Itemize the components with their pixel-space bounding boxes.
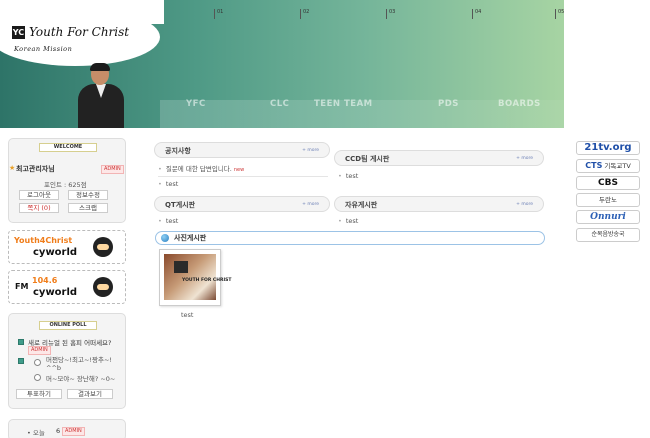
link-fgtv[interactable]: 순복음방송국	[576, 228, 640, 242]
poll-vote-button[interactable]: 투표하기	[16, 389, 62, 399]
list-item[interactable]: • test	[338, 172, 358, 180]
board-qt-header: QT게시판 + more	[154, 196, 330, 212]
board-photo-title[interactable]: 사진게시판	[174, 233, 206, 243]
qt-item-1[interactable]: test	[166, 217, 178, 225]
nav-yfc[interactable]: YFC	[186, 99, 206, 109]
thumbnail-sign-text: YOUTH FOR CHRIST	[182, 278, 232, 283]
list-item[interactable]: • test	[338, 217, 358, 225]
welcome-title: WELCOME	[39, 143, 97, 152]
board-ccd-title[interactable]: CCD팀 게시판	[345, 154, 389, 164]
cyworld-banner-title: Youth4Christ	[14, 236, 73, 245]
nav-clc[interactable]: CLC	[270, 99, 289, 109]
link-onnuri[interactable]: Onnuri	[576, 210, 640, 224]
logo-text[interactable]: Youth For Christ	[29, 25, 129, 39]
board-qt-title[interactable]: QT게시판	[165, 200, 195, 210]
list-item[interactable]: • test	[158, 180, 178, 188]
logout-button[interactable]: 로그아웃	[19, 190, 59, 200]
star-icon: ★	[9, 164, 16, 172]
memo-button[interactable]: 쪽지 (0)	[19, 203, 59, 213]
link-cts[interactable]: CTS 기독교TV	[576, 159, 640, 173]
fm-label: FM	[15, 282, 29, 291]
poll-option2-label: 머~모야~ 장난해? ~0~	[46, 375, 116, 383]
admin-badge: ADMIN	[101, 165, 124, 174]
nav-pds[interactable]: PDS	[438, 99, 459, 109]
cts-brand: CTS	[585, 161, 603, 170]
timeline-mark-01[interactable]: 01	[214, 9, 223, 19]
poll-option1-radio[interactable]	[34, 359, 41, 366]
poll-result-button[interactable]: 결과보기	[67, 389, 113, 399]
poll-title: ONLINE POLL	[39, 321, 97, 330]
admin-badge: ADMIN	[62, 427, 85, 436]
timeline-mark-05[interactable]: 05	[555, 9, 564, 19]
board-photo-header	[155, 231, 545, 245]
list-item[interactable]: • 질문에 대한 답변입니다. new	[158, 163, 244, 173]
edit-profile-button[interactable]: 정보수정	[68, 190, 108, 200]
link-21tv[interactable]: 21tv.org	[576, 141, 640, 155]
notice-item-2[interactable]: test	[166, 180, 178, 188]
board-notice-title[interactable]: 공지사항	[165, 146, 191, 156]
admin-badge: ADMIN	[28, 346, 51, 355]
photo-thumbnail[interactable]: YOUTH FOR CHRIST	[164, 254, 231, 300]
header-person-photo	[78, 63, 124, 128]
link-cbs[interactable]: CBS	[576, 176, 640, 190]
poll-question-icon	[18, 339, 24, 345]
ccd-item-1[interactable]: test	[346, 172, 358, 180]
mascot-icon	[93, 277, 113, 297]
photo-caption[interactable]: test	[181, 311, 193, 319]
cyworld-brand: cyworld	[33, 287, 78, 298]
board-qt-more[interactable]: + more	[302, 202, 319, 207]
timeline-mark-03[interactable]: 03	[386, 9, 395, 19]
cts-text: 기독교TV	[604, 162, 631, 170]
nav-boards[interactable]: BOARDS	[498, 99, 541, 109]
visitor-label: • 오늘	[27, 429, 45, 437]
visitor-count: 6	[56, 427, 61, 435]
poll-option2-radio[interactable]	[34, 374, 41, 381]
cyworld-banner-youth4christ[interactable]: Youth4Christ cyworld	[8, 230, 126, 264]
link-duranno[interactable]: 두란노	[576, 193, 640, 207]
notice-item-1[interactable]: 질문에 대한 답변입니다.	[166, 165, 232, 173]
nav-teen-team[interactable]: TEEN TEAM	[314, 99, 373, 109]
logo-subtitle: Korean Mission	[14, 45, 73, 53]
list-item[interactable]: • test	[158, 217, 178, 225]
mascot-icon	[93, 237, 113, 257]
poll-options-icon	[18, 358, 24, 364]
board-notice-header: 공지사항 + more	[154, 142, 330, 158]
board-free-header: 자유게시판 + more	[334, 196, 544, 212]
new-badge: new	[233, 167, 245, 173]
logo-mark[interactable]: YC	[12, 26, 25, 39]
board-free-title[interactable]: 자유게시판	[345, 200, 377, 210]
free-item-1[interactable]: test	[346, 217, 358, 225]
board-free-more[interactable]: + more	[516, 202, 533, 207]
scrap-button[interactable]: 스크랩	[68, 203, 108, 213]
timeline-mark-02[interactable]: 02	[300, 9, 309, 19]
board-notice-more[interactable]: + more	[302, 148, 319, 153]
cyworld-banner-fm[interactable]: FM 104.6 cyworld	[8, 270, 126, 304]
globe-icon	[161, 234, 169, 242]
username: 최고관리자님	[16, 165, 55, 173]
timeline-mark-04[interactable]: 04	[472, 9, 481, 19]
cyworld-brand: cyworld	[33, 247, 78, 258]
fm-frequency: 104.6	[32, 276, 58, 285]
divider	[158, 176, 328, 177]
poll-option1-label: 머쩐당~!최고~!짱추~! ^^b	[46, 356, 113, 372]
board-ccd-more[interactable]: + more	[516, 156, 533, 161]
points-text: 포인트 : 625점	[44, 181, 87, 189]
yfc-sign-icon	[174, 261, 188, 273]
board-ccd-header: CCD팀 게시판 + more	[334, 150, 544, 166]
